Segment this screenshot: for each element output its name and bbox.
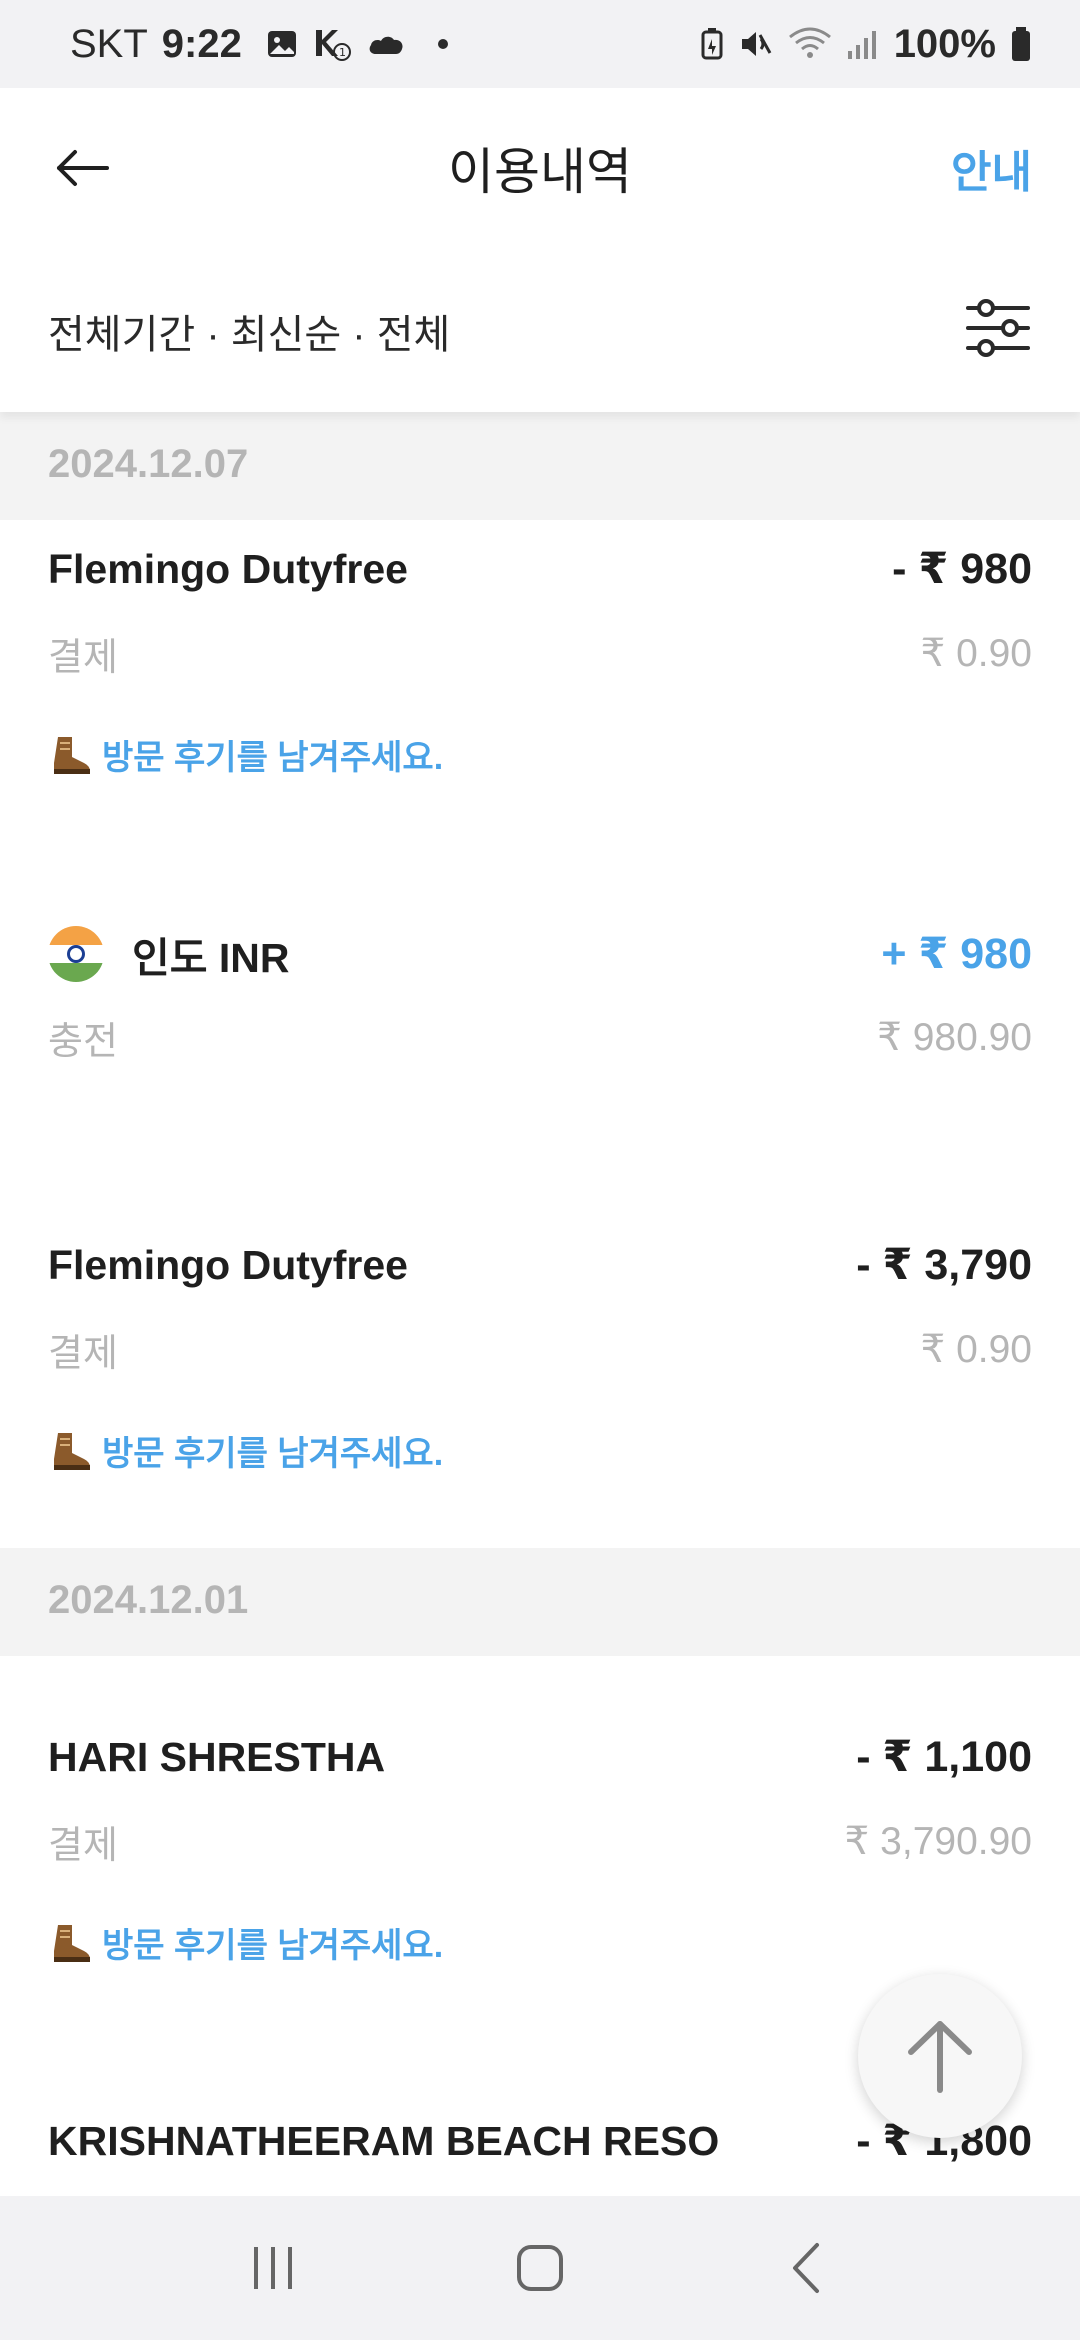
filter-bar: 전체기간 · 최신순 · 전체 — [0, 248, 1080, 412]
transaction-type: 충전 — [48, 1021, 118, 1063]
gallery-icon — [266, 28, 298, 60]
review-link[interactable]: 방문 후기를 남겨주세요. — [48, 1426, 443, 1475]
recent-apps-icon — [254, 2247, 293, 2289]
arrow-up-icon — [908, 2021, 972, 2093]
app-bar: 이용내역 안내 — [0, 88, 1080, 248]
page-title: 이용내역 — [448, 144, 632, 200]
transaction-item[interactable]: Flemingo Dutyfree - ₹ 3,790 결제 ₹ 0.90 방문… — [0, 1216, 1080, 1516]
balance-after: ₹ 980.90 — [877, 1016, 1032, 1059]
balance-after: ₹ 0.90 — [920, 632, 1032, 675]
home-icon — [516, 2245, 563, 2291]
merchant-name: Flemingo Dutyfree — [48, 1241, 408, 1288]
clock: 9:22 — [161, 21, 242, 66]
scroll-top-button[interactable] — [858, 1974, 1022, 2138]
mute-icon — [738, 27, 774, 61]
merchant-name: 인도 INR — [132, 935, 290, 981]
transaction-item[interactable]: Flemingo Dutyfree - ₹ 980 결제 ₹ 0.90 방문 후… — [0, 520, 1080, 820]
boot-icon — [54, 1432, 90, 1470]
date-label: 2024.12.01 — [48, 1578, 249, 1622]
balance-after: ₹ 0.90 — [920, 1328, 1032, 1371]
transaction-item[interactable]: 인도 INR + ₹ 980 충전 ₹ 980.90 — [0, 900, 1080, 1100]
transaction-amount: - ₹ 1,100 — [856, 1733, 1032, 1781]
battery-saver-icon — [700, 27, 724, 61]
carrier-label: SKT — [70, 21, 148, 66]
home-button[interactable] — [490, 2218, 590, 2318]
battery-percent: 100% — [893, 21, 996, 66]
info-button[interactable]: 안내 — [951, 136, 1032, 200]
cloud-icon — [366, 30, 406, 58]
merchant-name: HARI SHRESTHA — [48, 1733, 386, 1780]
merchant-name: KRISHNATHEERAM BEACH RESO — [48, 2117, 720, 2164]
review-link[interactable]: 방문 후기를 남겨주세요. — [48, 730, 443, 779]
transaction-type: 결제 — [48, 1825, 118, 1867]
india-flag-icon — [48, 926, 104, 982]
status-bar: SKT 9:22 1 100% — [0, 0, 1080, 88]
transaction-type: 결제 — [48, 637, 118, 679]
more-notifications-dot — [437, 39, 448, 49]
svg-text:1: 1 — [339, 46, 346, 59]
boot-icon — [54, 1924, 90, 1962]
merchant-name: Flemingo Dutyfree — [48, 545, 408, 592]
status-bar-right: 100% — [700, 22, 1032, 67]
transaction-item[interactable]: HARI SHRESTHA - ₹ 1,100 결제 ₹ 3,790.90 방문… — [0, 1708, 1080, 2008]
date-header: 2024.12.01 — [0, 1548, 1080, 1656]
date-header: 2024.12.07 — [0, 412, 1080, 520]
transaction-amount: - ₹ 980 — [892, 545, 1032, 593]
date-label: 2024.12.07 — [48, 442, 249, 486]
filter-button[interactable] — [964, 294, 1032, 362]
filter-summary[interactable]: 전체기간 · 최신순 · 전체 — [48, 302, 450, 360]
review-link[interactable]: 방문 후기를 남겨주세요. — [48, 1918, 443, 1967]
recent-apps-button[interactable] — [223, 2218, 323, 2318]
review-label: 방문 후기를 남겨주세요. — [102, 739, 444, 777]
system-nav-bar — [0, 2196, 1080, 2340]
screen: SKT 9:22 1 100% 이용내역 안내 전체기간 · 최신순 · 전체 … — [0, 0, 1080, 2340]
transaction-amount: + ₹ 980 — [881, 930, 1032, 978]
review-label: 방문 후기를 남겨주세요. — [102, 1435, 444, 1473]
review-label: 방문 후기를 남겨주세요. — [102, 1927, 444, 1965]
balance-after: ₹ 3,790.90 — [844, 1820, 1032, 1863]
status-bar-left: SKT 9:22 1 — [70, 22, 448, 67]
wifi-icon — [788, 27, 832, 61]
notification-icon: 1 — [312, 26, 352, 62]
chevron-left-icon — [792, 2243, 819, 2293]
transaction-amount: - ₹ 3,790 — [856, 1241, 1032, 1289]
battery-icon — [1010, 26, 1032, 62]
system-back-button[interactable] — [757, 2218, 857, 2318]
sliders-icon — [966, 299, 1030, 357]
signal-icon — [846, 29, 880, 59]
transaction-type: 결제 — [48, 1333, 118, 1375]
boot-icon — [54, 736, 90, 774]
